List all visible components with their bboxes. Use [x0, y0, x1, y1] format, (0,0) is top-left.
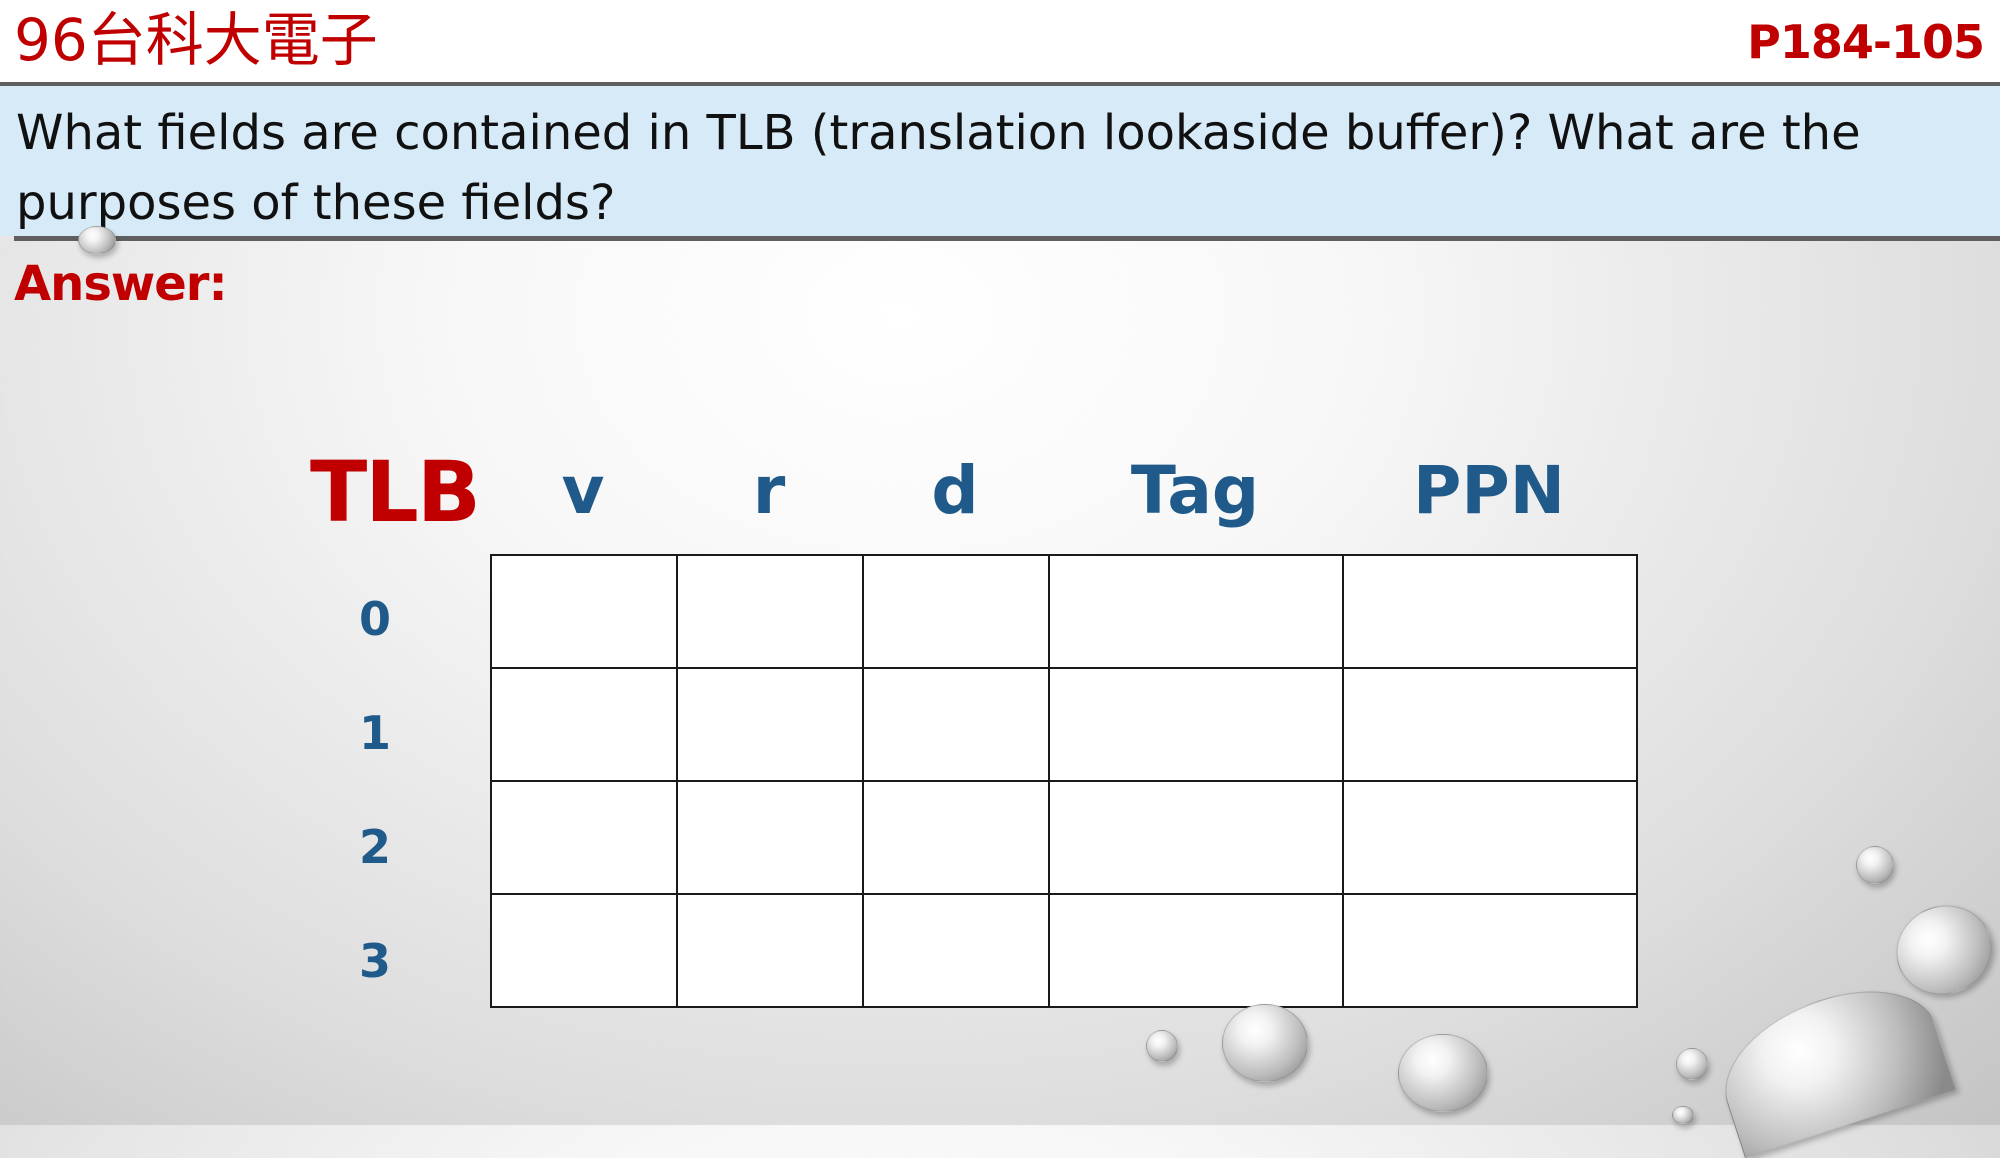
water-drop-decoration	[1676, 1048, 1708, 1080]
water-drop-decoration	[1705, 968, 1957, 1158]
row-index-3: 3	[358, 934, 391, 988]
table-cell	[490, 893, 678, 1008]
table-cell	[1048, 893, 1344, 1008]
question-text: What fields are contained in TLB (transl…	[16, 105, 1861, 231]
table-row	[490, 893, 1638, 1008]
table-cell	[676, 780, 864, 895]
question-divider	[14, 236, 2000, 241]
table-cell	[1048, 667, 1344, 782]
table-cell	[862, 780, 1050, 895]
table-cell	[490, 554, 678, 669]
water-drop-decoration	[1672, 1106, 1694, 1124]
table-row	[490, 667, 1638, 782]
tlb-title: TLB	[310, 443, 481, 541]
table-cell	[862, 893, 1050, 1008]
water-drop-decoration	[78, 226, 116, 254]
column-header-d: d	[931, 452, 979, 529]
column-header-ppn: PPN	[1413, 452, 1565, 529]
table-cell	[1048, 780, 1344, 895]
row-index-2: 2	[358, 820, 391, 874]
table-row	[490, 780, 1638, 895]
table-cell	[676, 667, 864, 782]
table-cell	[490, 667, 678, 782]
column-header-v: v	[561, 452, 605, 529]
column-header-tag: Tag	[1130, 452, 1260, 529]
column-header-r: r	[752, 452, 786, 529]
water-drop-decoration	[1146, 1030, 1178, 1062]
water-drop-decoration	[1883, 892, 2000, 1008]
table-cell	[862, 554, 1050, 669]
table-cell	[1048, 554, 1344, 669]
water-drop-decoration	[1398, 1034, 1488, 1112]
table-cell	[1342, 893, 1638, 1008]
table-cell	[490, 780, 678, 895]
water-drop-decoration	[1856, 846, 1894, 884]
water-drop-decoration	[1222, 1004, 1308, 1082]
table-cell	[676, 554, 864, 669]
row-index-1: 1	[358, 706, 391, 760]
table-cell	[862, 667, 1050, 782]
answer-label: Answer:	[14, 256, 228, 312]
row-index-0: 0	[358, 592, 391, 646]
table-cell	[1342, 780, 1638, 895]
course-title: 96台科大電子	[14, 6, 378, 74]
tlb-table	[490, 554, 1638, 1008]
table-row	[490, 554, 1638, 669]
page-reference: P184-105	[1747, 15, 1985, 69]
table-cell	[1342, 554, 1638, 669]
table-cell	[1342, 667, 1638, 782]
table-cell	[676, 893, 864, 1008]
